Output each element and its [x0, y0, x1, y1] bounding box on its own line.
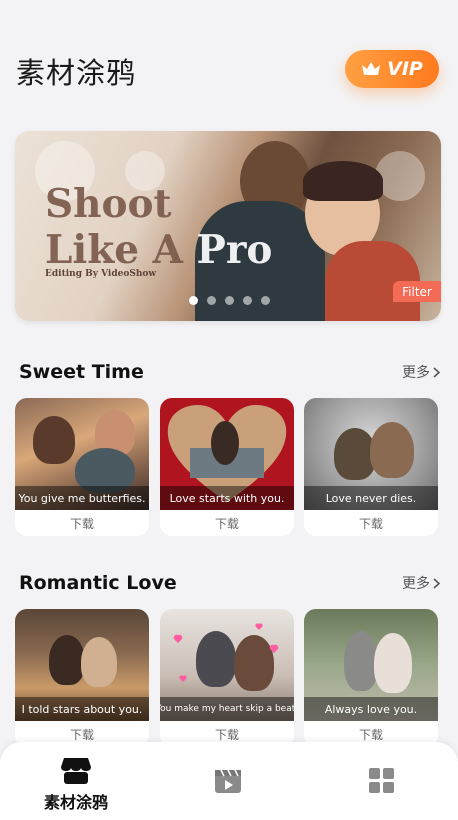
promo-banner[interactable]: Shoot Like A Pro Editing By VideoShow Fi…: [15, 131, 441, 321]
download-button[interactable]: 下载: [160, 510, 294, 536]
card-caption: I told stars about you.: [15, 697, 149, 721]
more-link-sweet-time[interactable]: 更多: [402, 362, 440, 382]
chevron-right-icon: [433, 577, 440, 589]
carousel-dot[interactable]: [225, 296, 234, 305]
tab-apps[interactable]: [306, 742, 458, 820]
banner-subtitle: Editing By VideoShow: [45, 269, 157, 279]
chevron-right-icon: [433, 366, 440, 378]
section-title-romantic-love: Romantic Love: [19, 572, 177, 594]
more-link-romantic-love[interactable]: 更多: [402, 573, 440, 593]
template-card[interactable]: I told stars about you. 下载: [15, 609, 149, 747]
template-card[interactable]: Love never dies. 下载: [304, 398, 438, 536]
card-caption: You make my heart skip a beat.: [160, 697, 294, 721]
more-label: 更多: [402, 576, 430, 592]
grid-apps-icon: [369, 768, 394, 793]
filter-tag: Filter: [393, 281, 441, 302]
vip-label: VIP: [387, 58, 423, 80]
tab-video[interactable]: [152, 742, 304, 820]
download-button[interactable]: 下载: [304, 510, 438, 536]
tab-label: 素材涂鸦: [43, 793, 108, 812]
carousel-dots[interactable]: [189, 296, 270, 305]
card-caption: Love never dies.: [304, 486, 438, 510]
carousel-dot[interactable]: [207, 296, 216, 305]
section-title-sweet-time: Sweet Time: [19, 361, 144, 383]
more-label: 更多: [402, 365, 430, 381]
crown-icon: [362, 62, 381, 75]
download-button[interactable]: 下载: [15, 510, 149, 536]
template-card[interactable]: You make my heart skip a beat. 下载: [160, 609, 294, 747]
card-caption: You give me butterfies.: [15, 486, 149, 510]
page-title: 素材涂鸦: [16, 56, 137, 90]
template-card[interactable]: Love starts with you. 下载: [160, 398, 294, 536]
tab-materials[interactable]: 素材涂鸦: [0, 742, 152, 820]
vip-button[interactable]: VIP: [345, 50, 439, 88]
card-caption: Love starts with you.: [160, 486, 294, 510]
template-card[interactable]: You give me butterfies. 下载: [15, 398, 149, 536]
template-card[interactable]: Always love you. 下载: [304, 609, 438, 747]
store-icon: [61, 758, 91, 784]
carousel-dot[interactable]: [189, 296, 198, 305]
card-caption: Always love you.: [304, 697, 438, 721]
carousel-dot[interactable]: [243, 296, 252, 305]
bottom-tab-bar: 素材涂鸦: [0, 742, 458, 820]
carousel-dot[interactable]: [261, 296, 270, 305]
banner-title: Shoot Like A Pro: [45, 181, 273, 273]
video-clapper-icon: [215, 769, 241, 793]
